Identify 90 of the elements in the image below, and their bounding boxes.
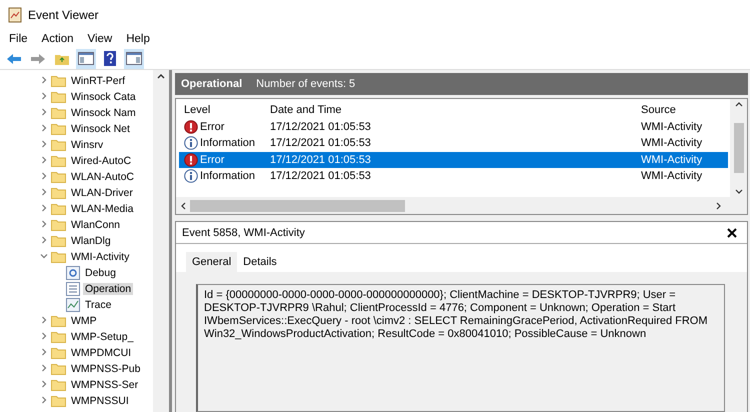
event-count: Number of events: 5 — [256, 78, 356, 90]
column-header[interactable]: Date and Time — [265, 104, 636, 116]
folder-icon — [51, 219, 66, 231]
tree-item[interactable]: Winsrv — [69, 139, 106, 151]
folder-icon — [51, 347, 66, 359]
tree-item[interactable]: Trace — [83, 299, 114, 311]
level-text: Information — [200, 170, 256, 182]
folder-icon — [51, 139, 66, 151]
action-pane-button[interactable] — [124, 48, 144, 68]
scroll-up-icon[interactable] — [734, 101, 742, 107]
source-cell-text: WMI-Activity — [640, 137, 704, 150]
tab[interactable]: General — [186, 252, 238, 272]
tree-item[interactable]: WLAN-Driver — [69, 187, 135, 199]
event-row[interactable]: Information 17/12/2021 01:05:53 WMI-Activity — [179, 168, 728, 184]
folder-icon — [51, 235, 66, 247]
level-text: Information — [200, 137, 256, 150]
debug-log-icon — [66, 266, 80, 280]
error-icon — [184, 152, 198, 167]
window-title: Event Viewer — [28, 8, 98, 22]
menu-item[interactable]: File — [4, 33, 33, 45]
tree-item[interactable]: WMPNSS-Ser — [69, 379, 140, 391]
scrollbar[interactable] — [730, 99, 747, 197]
menu-item[interactable]: View — [82, 33, 118, 45]
folder-icon — [51, 203, 66, 215]
event-viewer-icon — [8, 7, 22, 23]
chevron-down-icon[interactable] — [40, 252, 48, 260]
scrollbar[interactable] — [176, 197, 747, 214]
folder-icon — [51, 91, 66, 103]
folder-icon — [51, 123, 66, 135]
tree-item[interactable]: WMPDMCUI — [69, 347, 134, 359]
event-description: Id = {00000000-0000-0000-0000-000000000000}; ClientMachine = DESKTOP-TJVRPR9; User = DESKTOP-TJVRPR9 \Rahul; ClientProcessId = 4776; Component = Unknown; Operation = Start IWbemServices::ExecQuery - root \cimv2 : SELECT RemainingGracePeriod, ActivationRequired FROM Win32_WindowsProductActivation; ResultCode = 0x80041010; PossibleCause = Unknown — [196, 284, 725, 412]
forward-arrow-icon[interactable] — [30, 52, 46, 64]
folder-icon — [51, 395, 66, 407]
tree-item[interactable]: Winsock Nam — [69, 107, 138, 119]
level-text: Error — [200, 154, 224, 166]
menu-item[interactable]: Action — [36, 33, 78, 45]
source-cell-text: WMI-Activity — [640, 170, 704, 182]
tree-item[interactable]: WLAN-Media — [69, 203, 136, 215]
information-icon — [184, 136, 198, 150]
trace-log-icon — [66, 298, 80, 312]
tree-item[interactable]: WMI-Activity — [69, 251, 132, 263]
column-header[interactable]: Source — [636, 104, 728, 116]
folder-icon — [51, 331, 66, 343]
error-icon — [184, 120, 198, 134]
tree-item[interactable]: WinRT-Perf — [69, 75, 128, 87]
tree-item[interactable]: WMP-Setup_ — [69, 331, 136, 343]
date-cell-text: 17/12/2021 01:05:53 — [269, 137, 372, 150]
scrollbar[interactable] — [153, 70, 169, 412]
event-row[interactable]: Error 17/12/2021 01:05:53 WMI-Activity — [179, 118, 728, 135]
event-row[interactable]: Information 17/12/2021 01:05:53 WMI-Activity — [179, 135, 728, 152]
scroll-right-icon[interactable] — [716, 202, 722, 210]
close-button[interactable] — [725, 226, 739, 240]
tree-item[interactable]: Winsock Net — [69, 123, 132, 135]
folder-icon — [51, 315, 66, 327]
console-tree-button[interactable] — [76, 48, 96, 68]
folder-icon — [51, 251, 66, 263]
tree-item[interactable]: WMPNSS-Pub — [69, 363, 142, 375]
tree-item[interactable]: Wired-AutoC — [69, 155, 134, 167]
tree-item[interactable]: WLAN-AutoC — [69, 171, 136, 183]
source-cell-text: WMI-Activity — [640, 120, 704, 133]
folder-icon — [51, 155, 66, 167]
folder-icon — [51, 363, 66, 375]
folder-icon — [51, 75, 66, 87]
scroll-up-icon[interactable] — [157, 73, 165, 79]
tree-item[interactable]: WMP — [69, 315, 99, 327]
back-arrow-icon[interactable] — [6, 52, 22, 64]
folder-icon — [51, 107, 66, 119]
date-cell-text: 17/12/2021 01:05:53 — [269, 120, 372, 133]
scroll-down-icon[interactable] — [734, 189, 742, 195]
tree-item[interactable]: WlanConn — [69, 219, 122, 231]
source-cell-text: WMI-Activity — [640, 154, 704, 166]
list-log-icon — [66, 282, 80, 296]
log-name: Operational — [181, 78, 242, 90]
information-icon — [184, 169, 198, 184]
tree-item[interactable]: Winsock Cata — [69, 91, 138, 103]
folder-icon — [51, 379, 66, 391]
date-cell-text: 17/12/2021 01:05:53 — [269, 154, 372, 166]
folder-icon — [51, 171, 66, 183]
menu-item[interactable]: Help — [121, 33, 155, 45]
tree-item[interactable]: Operation — [83, 283, 134, 295]
column-header[interactable]: Level — [179, 104, 265, 116]
details-title: Event 5858, WMI-Activity — [182, 226, 305, 238]
date-cell-text: 17/12/2021 01:05:53 — [269, 170, 372, 182]
level-text: Error — [200, 120, 224, 133]
tree-item[interactable]: WMPNSSUI — [69, 395, 131, 407]
folder-icon — [51, 187, 66, 199]
event-row[interactable]: Error 17/12/2021 01:05:53 WMI-Activity — [179, 152, 728, 168]
tree-item[interactable]: Debug — [83, 267, 118, 279]
scroll-left-icon[interactable] — [180, 202, 186, 210]
tree-item[interactable]: WlanDlg — [69, 235, 113, 247]
